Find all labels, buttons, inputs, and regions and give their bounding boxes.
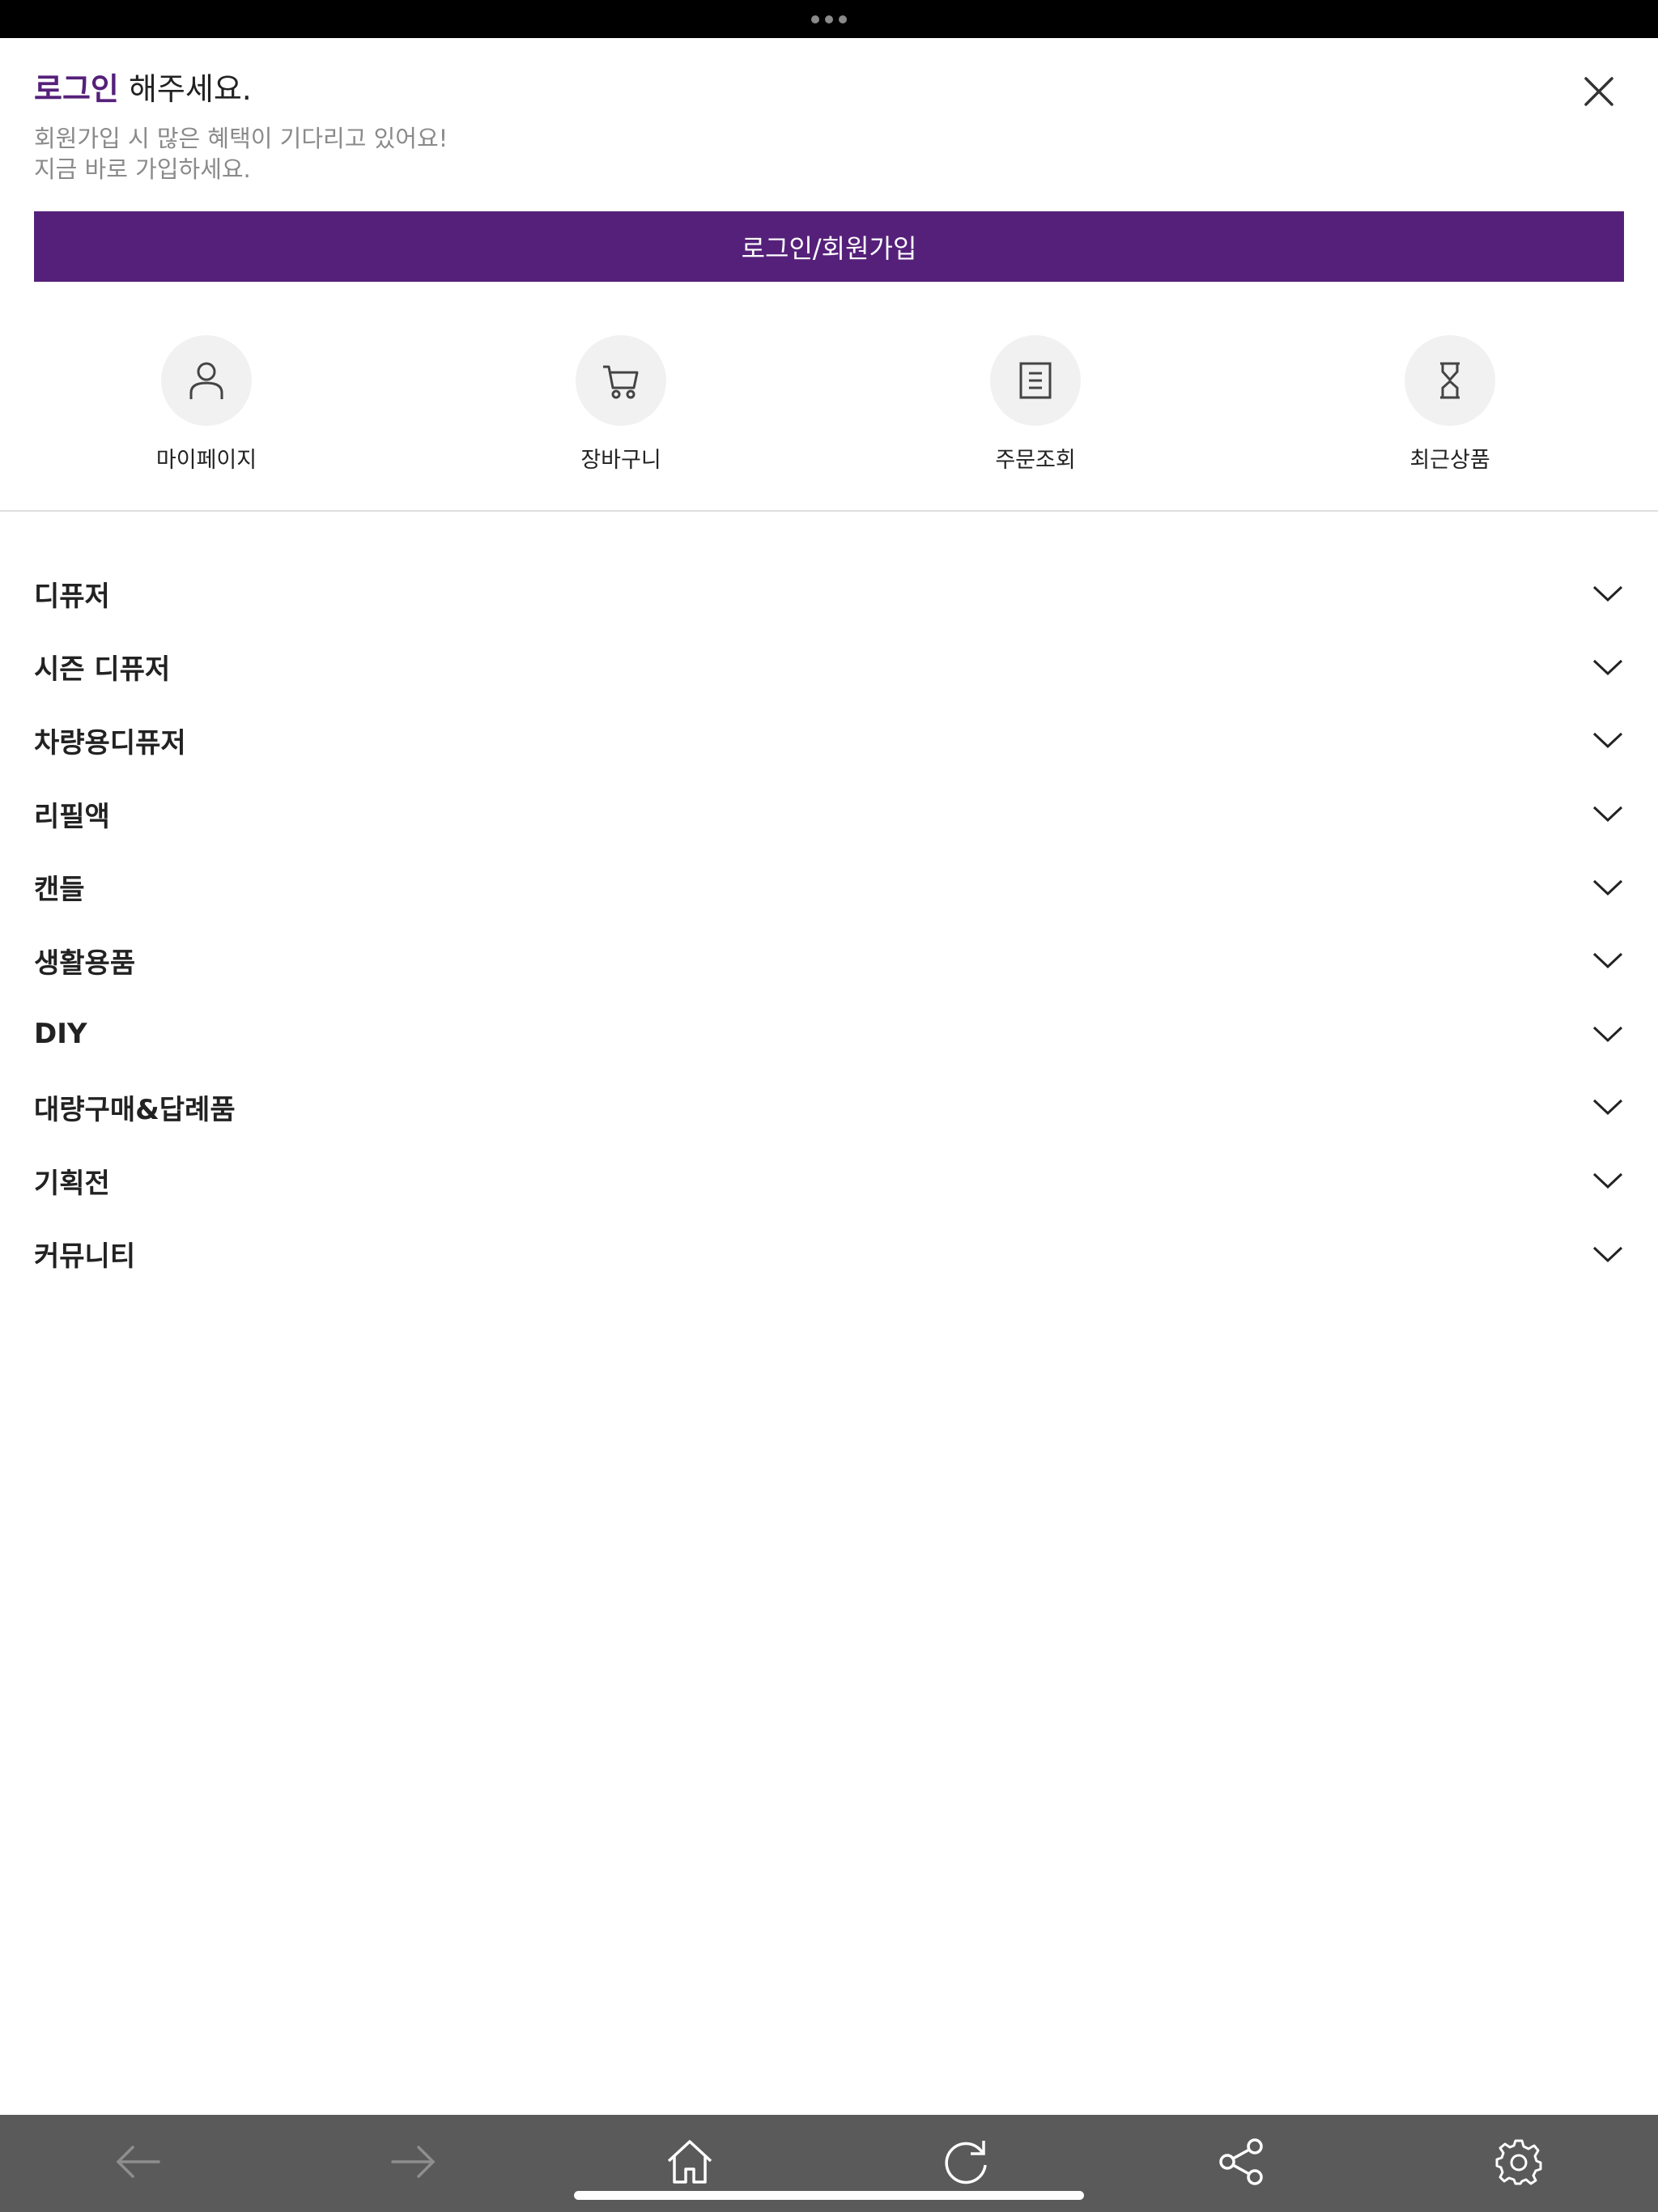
category-label: DIY — [34, 1017, 87, 1050]
home-indicator[interactable] — [574, 2191, 1084, 2200]
category-label: 기획전 — [34, 1167, 110, 1200]
quick-link-mypage-circle — [161, 335, 252, 426]
quick-link-orders-circle — [990, 335, 1081, 426]
user-icon — [189, 362, 223, 399]
back-button[interactable] — [105, 2129, 170, 2194]
signup-benefit-line-2: 지금 바로 가입하세요. — [34, 155, 251, 183]
category-label: 디퓨저 — [34, 580, 110, 613]
forward-button[interactable] — [381, 2129, 446, 2194]
category-label: 캔들 — [34, 874, 85, 907]
quick-link-label: 장바구니 — [580, 448, 661, 473]
login-prompt-title: 로그인 해주세요. — [34, 65, 252, 113]
category-item[interactable]: 커뮤니티 — [0, 1217, 1658, 1291]
category-label: 리필액 — [34, 800, 110, 833]
chevron-down-icon[interactable] — [1592, 1164, 1624, 1197]
quick-link-cart[interactable]: 장바구니 — [500, 335, 742, 474]
chevron-down-icon[interactable] — [1592, 944, 1624, 976]
settings-icon — [1495, 2139, 1542, 2185]
quick-link-recent-circle — [1405, 335, 1495, 426]
category-item[interactable]: 대량구매&답례품 — [0, 1070, 1658, 1144]
category-item[interactable]: 디퓨저 — [0, 557, 1658, 631]
quick-link-orders[interactable]: 주문조회 — [914, 335, 1157, 474]
chevron-down-icon[interactable] — [1592, 798, 1624, 830]
quick-link-cart-circle — [576, 335, 666, 426]
share-icon — [1219, 2138, 1263, 2185]
category-item[interactable]: 생활용품 — [0, 924, 1658, 998]
quick-link-recent[interactable]: 최근상품 — [1329, 335, 1571, 474]
quick-links: 마이페이지 장바구니 주문조회 최근상품 — [0, 335, 1658, 473]
quick-link-label: 주문조회 — [995, 448, 1076, 473]
chevron-down-icon[interactable] — [1592, 1091, 1624, 1123]
quick-link-label: 마이페이지 — [155, 448, 257, 473]
more-dots-icon[interactable] — [811, 15, 847, 23]
login-prompt-rest: 해주세요. — [118, 71, 252, 107]
signup-benefit-line-1: 회원가입 시 많은 혜택이 기다리고 있어요! — [34, 125, 449, 152]
category-label: 생활용품 — [34, 946, 136, 980]
refresh-button[interactable] — [933, 2129, 998, 2194]
login-prompt-accent: 로그인 — [34, 71, 119, 107]
login-signup-button[interactable]: 로그인/회원가입 — [34, 211, 1624, 282]
chevron-down-icon[interactable] — [1592, 651, 1624, 683]
category-label: 커뮤니티 — [34, 1240, 136, 1274]
settings-button[interactable] — [1486, 2129, 1551, 2194]
forward-arrow-icon — [391, 2146, 436, 2178]
category-label: 대량구매&답례품 — [34, 1093, 236, 1126]
chevron-down-icon[interactable] — [1592, 724, 1624, 756]
category-item[interactable]: DIY — [0, 998, 1658, 1071]
chevron-down-icon[interactable] — [1592, 871, 1624, 904]
category-item[interactable]: 기획전 — [0, 1144, 1658, 1218]
back-arrow-icon — [116, 2146, 160, 2178]
quick-link-mypage[interactable]: 마이페이지 — [85, 335, 328, 474]
category-item[interactable]: 리필액 — [0, 777, 1658, 851]
chevron-down-icon[interactable] — [1592, 1238, 1624, 1270]
cart-icon — [603, 365, 639, 399]
category-item[interactable]: 차량용디퓨저 — [0, 704, 1658, 777]
order-list-icon — [1019, 362, 1052, 399]
hourglass-icon — [1440, 362, 1460, 399]
category-list: 디퓨저 시즌 디퓨저 차량용디퓨저 리필액 캔들 생활용품 DIY 대량구매&답… — [0, 557, 1658, 1291]
section-divider — [0, 510, 1658, 512]
category-item[interactable]: 캔들 — [0, 850, 1658, 924]
category-item[interactable]: 시즌 디퓨저 — [0, 631, 1658, 704]
chevron-down-icon[interactable] — [1592, 577, 1624, 610]
category-label: 차량용디퓨저 — [34, 726, 186, 759]
close-button[interactable] — [1574, 66, 1624, 117]
quick-link-label: 최근상품 — [1409, 448, 1490, 473]
home-icon — [667, 2140, 712, 2184]
chevron-down-icon[interactable] — [1592, 1018, 1624, 1050]
home-button[interactable] — [657, 2129, 722, 2194]
category-label: 시즌 디퓨저 — [34, 653, 171, 687]
refresh-icon — [945, 2141, 987, 2184]
signup-benefit-text: 회원가입 시 많은 혜택이 기다리고 있어요! 지금 바로 가입하세요. — [34, 123, 448, 185]
status-bar — [0, 0, 1658, 38]
share-button[interactable] — [1209, 2129, 1274, 2194]
close-icon — [1584, 77, 1613, 106]
